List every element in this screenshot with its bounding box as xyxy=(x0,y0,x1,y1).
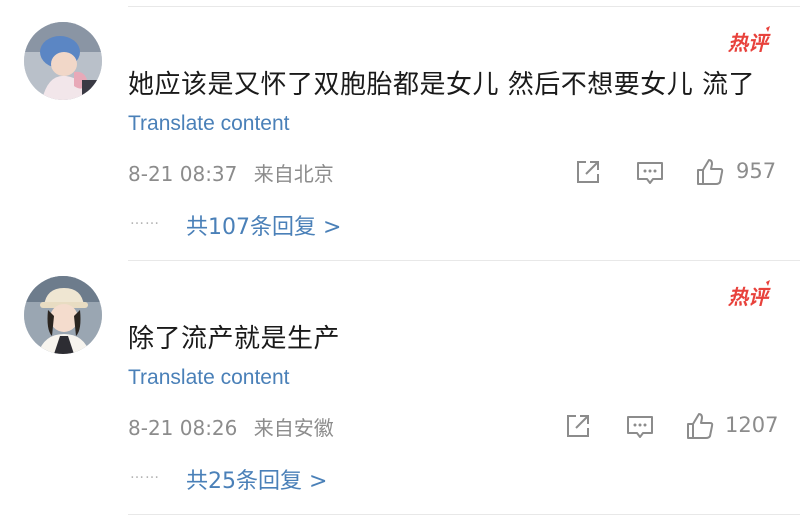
svg-text:热评: 热评 xyxy=(727,31,771,54)
hot-comment-badge: 热评 xyxy=(727,280,771,308)
comment-item: 热评 她应该是又怀了双胞胎都是女儿 然后不想要女儿 流了 Translate c… xyxy=(0,0,800,255)
translate-content-link[interactable]: Translate content xyxy=(128,112,289,136)
thumbs-up-icon[interactable] xyxy=(694,156,726,188)
reply-dots: …… xyxy=(130,212,160,228)
comment-location: 来自北京 xyxy=(253,162,334,186)
comment-text: 除了流产就是生产 xyxy=(128,324,341,354)
reply-dots: …… xyxy=(130,466,160,482)
comment-text: 她应该是又怀了双胞胎都是女儿 然后不想要女儿 流了 xyxy=(128,70,756,100)
comment-location: 来自安徽 xyxy=(253,416,334,440)
thumbs-up-icon[interactable] xyxy=(684,410,716,442)
avatar[interactable] xyxy=(24,276,102,354)
comment-meta: 8-21 08:37 来自北京 xyxy=(128,158,334,187)
like-count: 1207 xyxy=(725,413,779,437)
comment-meta: 8-21 08:26 来自安徽 xyxy=(128,412,334,441)
view-replies-link[interactable]: 共25条回复 > xyxy=(186,463,327,495)
translate-content-link[interactable]: Translate content xyxy=(128,366,289,390)
view-replies-link[interactable]: 共107条回复 > xyxy=(186,209,341,241)
comment-icon[interactable] xyxy=(634,156,666,188)
hot-comment-badge: 热评 xyxy=(727,26,771,54)
comment-date: 8-21 08:26 xyxy=(128,416,238,440)
share-icon[interactable] xyxy=(562,410,594,442)
share-icon[interactable] xyxy=(572,156,604,188)
bottom-divider xyxy=(128,514,800,515)
comment-item: 热评 除了流产就是生产 Translate content 8-21 08:26… xyxy=(0,254,800,509)
like-count: 957 xyxy=(736,159,777,183)
comment-icon[interactable] xyxy=(624,410,656,442)
svg-text:热评: 热评 xyxy=(727,285,771,308)
avatar[interactable] xyxy=(24,22,102,100)
comment-date: 8-21 08:37 xyxy=(128,162,238,186)
